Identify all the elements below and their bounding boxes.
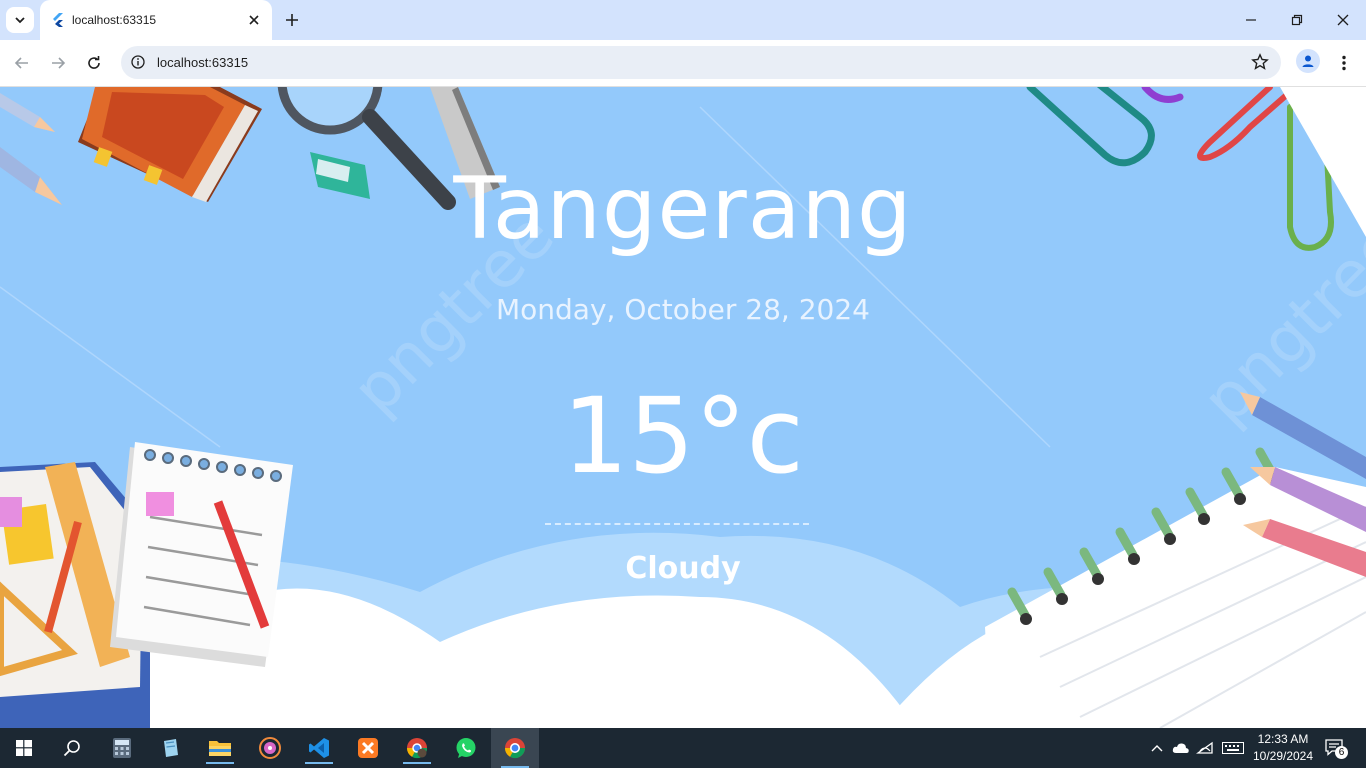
search-button[interactable] [52,732,92,764]
calculator-icon [113,738,131,758]
chrome-profile-icon [406,738,428,759]
more-vertical-icon [1342,55,1346,71]
search-icon [63,740,80,757]
close-tab-button[interactable] [244,10,264,30]
close-window-button[interactable] [1320,0,1366,40]
profile-button[interactable] [1296,49,1320,73]
active-indicator [305,762,333,764]
clock-date: 10/29/2024 [1252,749,1314,763]
chevron-down-icon [15,17,25,24]
reload-icon [88,56,100,69]
system-clock[interactable]: 12:33 AM 10/29/2024 [1244,731,1322,765]
star-icon[interactable] [1251,53,1269,71]
xampp-app[interactable] [348,732,388,764]
restore-icon [1291,14,1303,26]
keyboard-tray[interactable] [1221,740,1245,756]
notepad-icon [164,739,178,757]
close-icon [1337,14,1349,26]
plus-icon [286,14,298,26]
browser-tab[interactable]: localhost:63315 [40,0,272,40]
whatsapp-icon [456,738,476,758]
start-button[interactable] [4,732,44,764]
vscode-icon [309,738,329,758]
url-text: localhost:63315 [157,55,249,70]
keyboard-icon [1222,742,1244,754]
tab-title: localhost:63315 [72,13,157,27]
minimize-button[interactable] [1228,0,1274,40]
file-explorer-app[interactable] [200,732,240,764]
vscode-app[interactable] [299,732,339,764]
minimize-icon [1246,19,1256,21]
person-icon [1302,55,1314,67]
forward-button[interactable] [44,49,72,77]
show-hidden-icons-button[interactable] [1148,740,1166,756]
chrome-profile-app[interactable] [397,732,437,764]
wifi-icon [1196,741,1213,754]
whatsapp-app[interactable] [446,732,486,764]
restore-button[interactable] [1274,0,1320,40]
notification-center-button[interactable]: 6 [1324,738,1348,760]
back-button[interactable] [8,49,36,77]
site-info-button[interactable] [129,53,147,71]
close-icon [249,15,259,25]
arrow-left-icon [14,57,28,69]
cloud-icon [1172,743,1189,753]
browser-toolbar: localhost:63315 [0,40,1366,87]
media-player-app[interactable] [250,732,290,764]
flutter-icon [53,13,63,27]
network-tray[interactable] [1196,740,1214,756]
browser-menu-button[interactable] [1334,49,1354,77]
info-icon [131,55,145,69]
windows-logo-icon [16,740,32,756]
windows-taskbar: 12:33 AM 10/29/2024 6 [0,728,1366,768]
tab-search-button[interactable] [6,7,34,33]
chevron-up-icon [1151,745,1163,752]
chrome-icon [504,738,526,759]
weather-page: pngtree pngtree Tangerang Monday, Octobe… [0,87,1366,728]
clock-time: 12:33 AM [1257,732,1309,746]
active-indicator [206,762,234,764]
calculator-app[interactable] [102,732,142,764]
reload-button[interactable] [80,49,108,77]
notes-app[interactable] [151,732,191,764]
active-indicator [403,762,431,764]
xampp-icon [358,738,378,758]
address-bar[interactable]: localhost:63315 [121,46,1281,79]
cloud-drive-tray[interactable] [1172,740,1190,756]
chrome-app[interactable] [491,728,539,768]
arrow-right-icon [52,57,66,69]
cloud-overlay [440,604,905,728]
new-tab-button[interactable] [282,10,302,30]
media-player-icon [259,737,281,759]
notification-count-badge: 6 [1335,746,1348,759]
browser-tab-bar: localhost:63315 [0,0,1366,40]
file-explorer-icon [209,741,231,756]
